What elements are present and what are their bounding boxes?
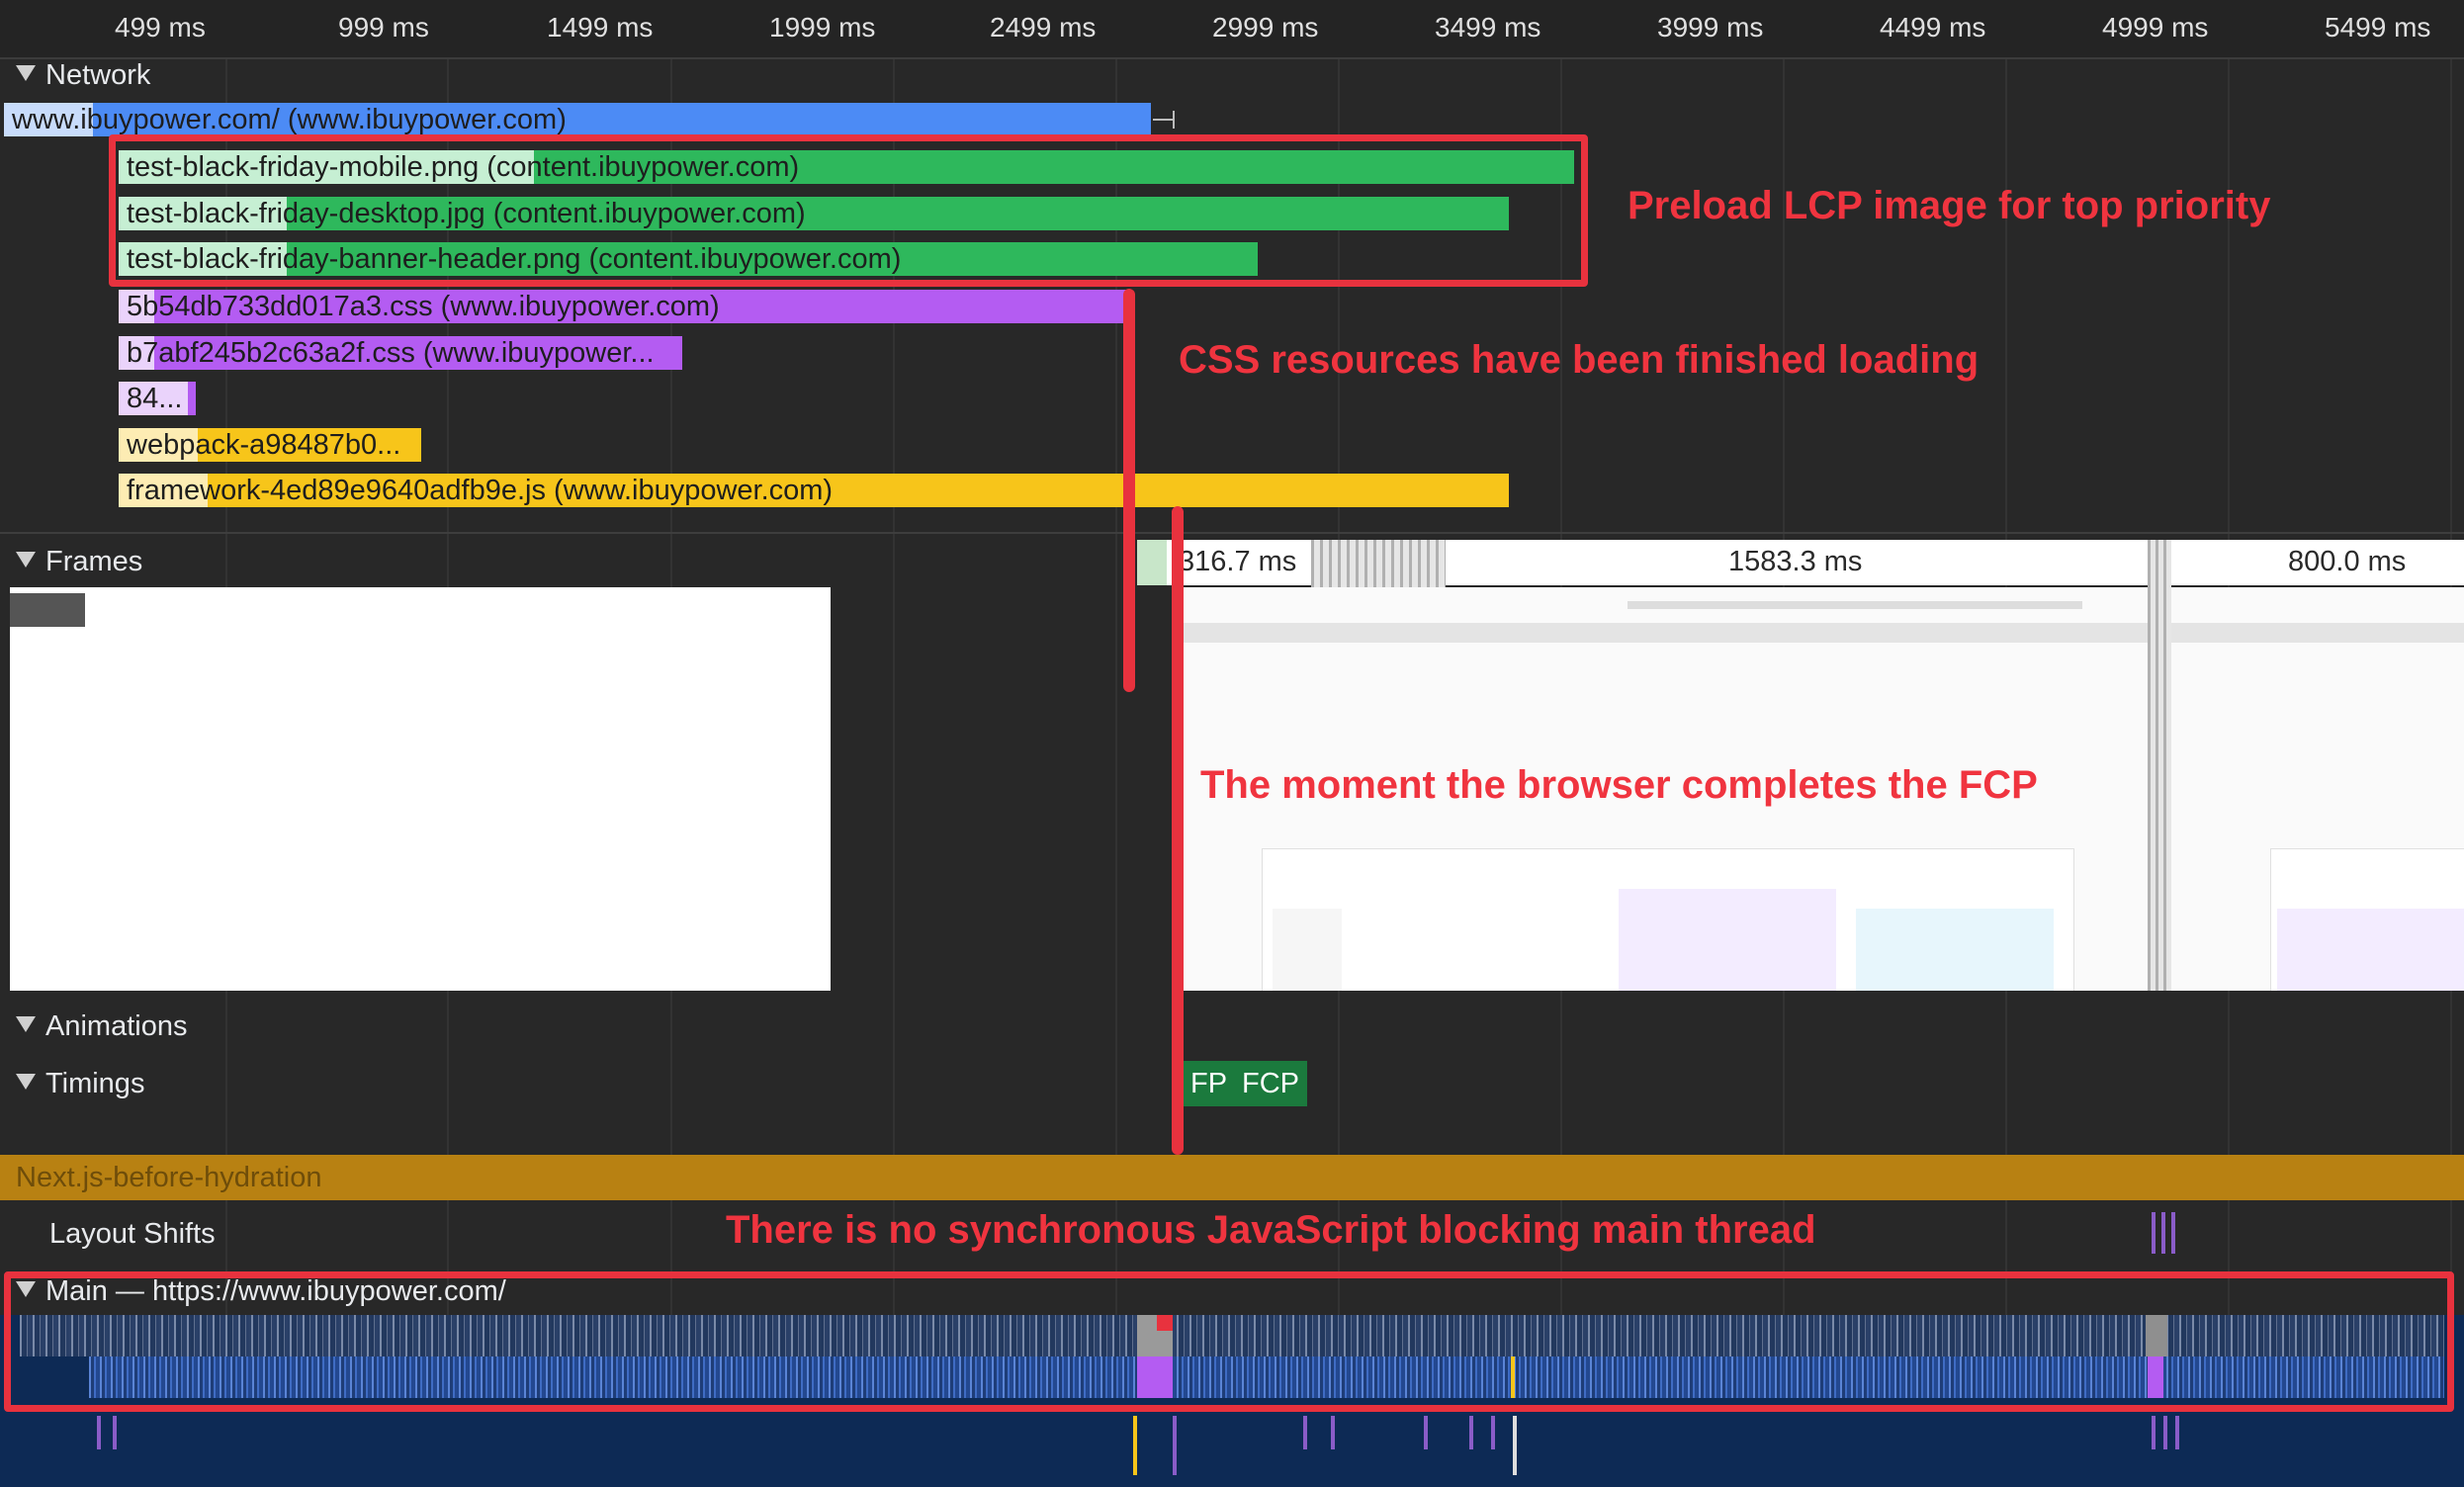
sub-task [2152, 1416, 2156, 1449]
frame-screenshot-blank[interactable] [10, 587, 831, 991]
ruler-tick: 4499 ms [1880, 12, 1986, 43]
timeline-ruler[interactable]: 499 ms 999 ms 1499 ms 1999 ms 2499 ms 29… [0, 0, 2464, 59]
thumb-banner [2171, 623, 2464, 643]
layout-shifts-track-header[interactable]: Layout Shifts [49, 1218, 216, 1251]
ruler-tick: 2999 ms [1212, 12, 1319, 43]
ruler-tick: 999 ms [338, 12, 429, 43]
timing-marker-fp[interactable]: FP [1183, 1061, 1236, 1106]
main-thread-highlight-box [4, 1271, 2454, 1412]
layout-shift-marker[interactable] [2171, 1212, 2175, 1254]
sub-task [1491, 1416, 1495, 1449]
timings-track-label: Timings [45, 1068, 145, 1099]
frame-duration: 316.7 ms [1179, 546, 1297, 577]
layout-shift-marker[interactable] [2161, 1212, 2165, 1254]
network-request-bar[interactable]: webpack-a98487b0... [119, 428, 421, 462]
sub-task [1133, 1416, 1137, 1475]
network-track-label: Network [45, 59, 151, 91]
collapse-triangle-icon[interactable] [16, 552, 36, 569]
thumb-card [2270, 848, 2464, 991]
sub-task [2175, 1416, 2179, 1449]
thumb-product [2277, 909, 2464, 991]
layout-shift-marker[interactable] [2152, 1212, 2156, 1254]
css-done-marker-line [1123, 289, 1135, 692]
annotation-css-done: CSS resources have been finished loading [1179, 338, 1980, 382]
sub-task [1469, 1416, 1473, 1449]
network-request-bar[interactable]: 84... [119, 382, 196, 415]
fcp-marker-line [1172, 506, 1184, 1155]
nextjs-hydration-label: Next.js-before-hydration [16, 1162, 322, 1193]
sub-task [1303, 1416, 1307, 1449]
annotation-no-sync-js: There is no synchronous JavaScript block… [726, 1208, 1816, 1252]
ruler-tick: 3499 ms [1435, 12, 1541, 43]
collapse-triangle-icon[interactable] [16, 1016, 36, 1033]
frames-track-header[interactable]: Frames [16, 546, 142, 578]
request-label: framework-4ed89e9640adfb9e.js (www.ibuyp… [127, 475, 834, 506]
animations-track-label: Animations [45, 1010, 188, 1042]
thumb-product [1619, 889, 1836, 991]
collapse-triangle-icon[interactable] [16, 65, 36, 82]
network-request-bar[interactable]: 5b54db733dd017a3.css (www.ibuypower.com) [119, 290, 1129, 323]
timing-marker-fcp[interactable]: FCP [1234, 1061, 1307, 1106]
network-request-bar[interactable]: b7abf245b2c63a2f.css (www.ibuypower... [119, 336, 682, 370]
sub-task [1173, 1416, 1177, 1475]
frame-idle-marker [1137, 540, 1167, 585]
thumb-banner [1183, 623, 2148, 643]
annotation-fcp-moment: The moment the browser completes the FCP [1200, 763, 2038, 807]
ruler-tick: 1999 ms [769, 12, 876, 43]
sub-task [2163, 1416, 2167, 1449]
request-label: 84... [127, 383, 183, 414]
frames-track-label: Frames [45, 546, 143, 577]
frame-duration: 1583.3 ms [1728, 546, 1863, 577]
request-label: b7abf245b2c63a2f.css (www.ibuypower... [127, 337, 655, 369]
network-request-bar[interactable]: framework-4ed89e9640adfb9e.js (www.ibuyp… [119, 474, 1509, 507]
nextjs-hydration-bar[interactable]: Next.js-before-hydration [0, 1155, 2464, 1200]
sub-task [1424, 1416, 1428, 1449]
collapse-triangle-icon[interactable] [16, 1074, 36, 1091]
thumb-product [1273, 909, 1342, 991]
request-label: webpack-a98487b0... [127, 429, 401, 461]
ruler-tick: 4999 ms [2102, 12, 2209, 43]
layout-shifts-label: Layout Shifts [49, 1218, 216, 1250]
frame-ticks-dense [2148, 540, 2171, 991]
frame-duration: 800.0 ms [2288, 546, 2407, 577]
preload-highlight-box [109, 134, 1588, 287]
animations-track-header[interactable]: Animations [16, 1010, 187, 1043]
sub-task [97, 1416, 101, 1449]
sub-task [113, 1416, 117, 1449]
thumb-product [1856, 909, 2054, 991]
frame-thumbnail-marker [10, 593, 85, 627]
ruler-tick: 1499 ms [547, 12, 654, 43]
ruler-tick: 5499 ms [2325, 12, 2431, 43]
sub-task [1331, 1416, 1335, 1449]
ruler-tick: 2499 ms [990, 12, 1097, 43]
frame-screenshot[interactable] [2171, 587, 2464, 991]
network-request-bar[interactable]: www.ibuypower.com/ (www.ibuypower.com) [4, 103, 1151, 136]
sub-task [1513, 1416, 1517, 1475]
thumb-nav [1628, 601, 2082, 609]
ruler-tick: 499 ms [115, 12, 206, 43]
request-label: www.ibuypower.com/ (www.ibuypower.com) [12, 104, 567, 135]
network-track-header[interactable]: Network [16, 59, 150, 92]
track-separator [0, 532, 2464, 534]
annotation-preload: Preload LCP image for top priority [1628, 184, 2271, 227]
request-label: 5b54db733dd017a3.css (www.ibuypower.com) [127, 291, 720, 322]
timings-track-header[interactable]: Timings [16, 1068, 144, 1100]
request-whisker-end [1173, 111, 1175, 129]
ruler-tick: 3999 ms [1657, 12, 1764, 43]
request-whisker [1153, 119, 1175, 121]
thumb-card [1262, 848, 2074, 991]
